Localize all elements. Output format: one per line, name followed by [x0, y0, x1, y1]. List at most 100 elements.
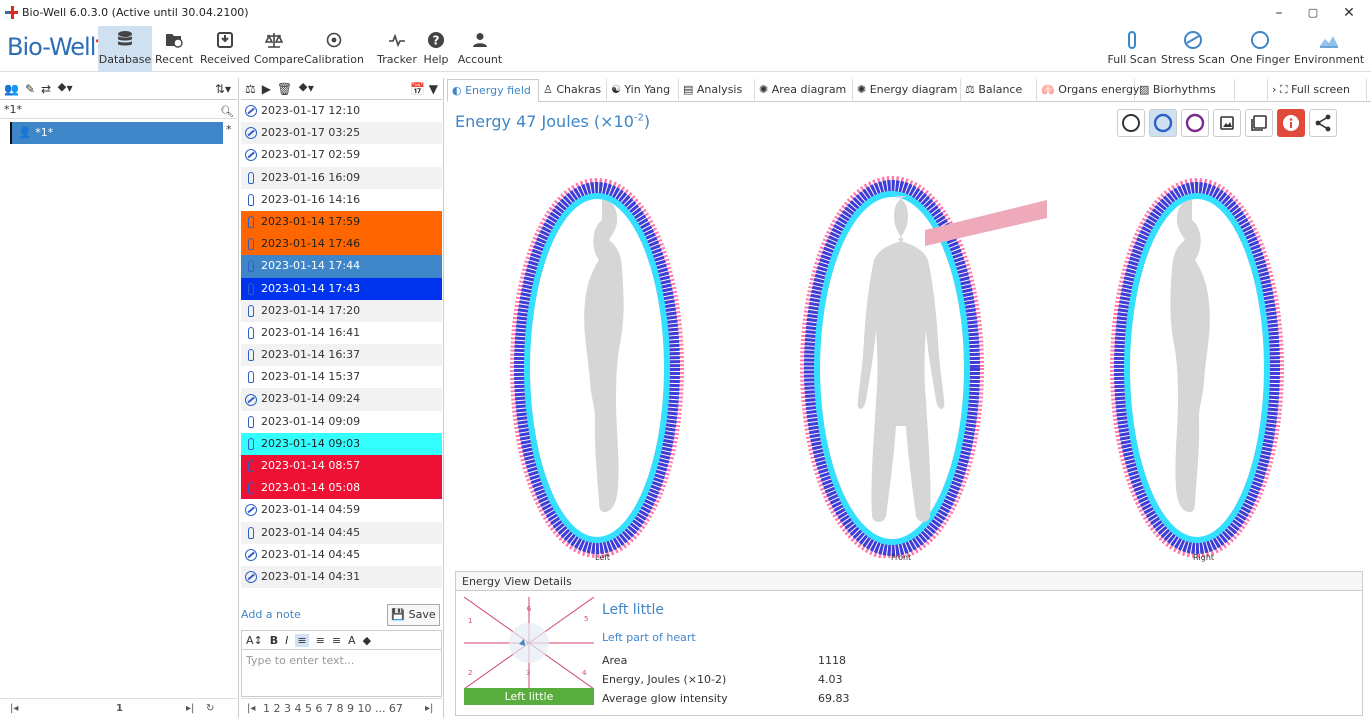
first-page-icon[interactable]: |◂ [10, 699, 18, 719]
energy-field-left[interactable] [510, 178, 684, 558]
tab-organs-energy[interactable]: 🫁 Organs energy [1037, 79, 1139, 102]
session-row[interactable]: 2023-01-14 17:59 [241, 210, 442, 234]
full-scan-icon [1128, 31, 1136, 49]
last-page-icon[interactable]: ▸| [425, 699, 433, 719]
image-stack-icon [1251, 115, 1267, 131]
energy-field-right[interactable] [1110, 178, 1284, 558]
toolbar-compare-button[interactable]: Compare [254, 26, 304, 72]
first-page-icon[interactable]: |◂ [247, 699, 255, 719]
detail-value: 4.03 [818, 673, 843, 686]
session-row[interactable]: 2023-01-17 02:59 [241, 144, 442, 166]
session-row[interactable]: 2023-01-14 17:43 [241, 277, 442, 300]
session-row[interactable]: 2023-01-14 17:44 [241, 255, 442, 278]
toolbar-tracker-button[interactable]: Tracker [374, 26, 420, 72]
session-row[interactable]: 2023-01-16 14:16 [241, 189, 442, 211]
user-row-selected[interactable]: 👤 *1* [10, 122, 223, 144]
session-row[interactable]: 2023-01-14 09:24 [241, 388, 442, 411]
view-circle-black-button[interactable] [1117, 109, 1145, 137]
toolbar-full-scan-button[interactable]: Full Scan [1106, 26, 1158, 72]
italic-icon[interactable]: I [285, 634, 288, 647]
session-row[interactable]: 2023-01-14 17:20 [241, 299, 442, 322]
toolbar-database-button[interactable]: Database [98, 26, 152, 72]
people-page-number[interactable]: 1 [116, 699, 123, 719]
minimize-button[interactable]: – [1264, 4, 1294, 22]
refresh-icon[interactable]: ↻ [206, 699, 214, 719]
view-circle-blue-button[interactable] [1149, 109, 1177, 137]
tab-yin-yang[interactable]: ☯ Yin Yang [607, 79, 679, 102]
session-row[interactable]: 2023-01-14 04:45 [241, 521, 442, 544]
session-row[interactable]: 2023-01-14 09:09 [241, 411, 442, 433]
finger-scan-icon [248, 216, 254, 229]
tab-biorhythms[interactable]: ▨ Biorhythms [1135, 79, 1235, 102]
tag-icon[interactable]: ⯁▾ [298, 81, 314, 96]
energy-field-front[interactable] [800, 176, 1047, 558]
save-button[interactable]: 💾 Save [387, 604, 440, 626]
last-page-icon[interactable]: ▸| [186, 699, 194, 719]
session-row[interactable]: 2023-01-14 04:31 [241, 565, 442, 589]
session-row[interactable]: 2023-01-14 08:57 [241, 455, 442, 478]
toolbar-help-button[interactable]: ? Help [422, 26, 450, 72]
session-row[interactable]: 2023-01-14 05:08 [241, 477, 442, 500]
session-row[interactable]: 2023-01-16 16:09 [241, 166, 442, 189]
tab-full-screen[interactable]: › ⛶ Full screen [1267, 79, 1367, 102]
session-row[interactable]: 2023-01-17 03:25 [241, 122, 442, 145]
share-button[interactable] [1309, 109, 1337, 137]
font-size-icon[interactable]: A↕ [246, 634, 263, 647]
image-button[interactable] [1213, 109, 1241, 137]
people-search-input[interactable]: *1* 🔍︎ [0, 100, 237, 119]
note-textarea[interactable]: Type to enter text... [241, 650, 442, 697]
sector-thumbnail[interactable]: 6 1 5 2 3 4 [464, 597, 594, 689]
session-row[interactable]: 2023-01-14 15:37 [241, 366, 442, 388]
view-circle-purple-button[interactable] [1181, 109, 1209, 137]
session-row[interactable]: 2023-01-14 09:03 [241, 432, 442, 455]
analysis-tabs: ◐ Energy field ♙ Chakras ☯ Yin Yang ▤ An… [447, 78, 1371, 102]
session-row[interactable]: 2023-01-14 16:37 [241, 344, 442, 367]
session-row[interactable]: 2023-01-14 04:59 [241, 499, 442, 521]
image-stack-button[interactable] [1245, 109, 1273, 137]
tab-balance[interactable]: ⚖ Balance [961, 79, 1037, 102]
sort-people-icon[interactable]: ⇅▾ [215, 82, 237, 96]
tab-chakras[interactable]: ♙ Chakras [539, 79, 607, 102]
fill-color-icon[interactable]: ◆ [363, 634, 371, 647]
session-row[interactable]: 2023-01-14 17:46 [241, 233, 442, 256]
tab-area-diagram[interactable]: ✺ Area diagram [755, 79, 853, 102]
maximize-button[interactable]: ▢ [1298, 4, 1328, 22]
tab-energy-diagram[interactable]: ✺ Energy diagram [853, 79, 961, 102]
align-right-icon[interactable]: ≡ [332, 634, 341, 647]
session-pages[interactable]: 1 2 3 4 5 6 7 8 9 10 ... 67 [263, 699, 403, 719]
edit-person-icon[interactable]: ✎ [25, 82, 35, 96]
info-button[interactable] [1277, 109, 1305, 137]
font-color-icon[interactable]: A [348, 634, 356, 647]
calibration-icon [326, 32, 342, 48]
align-left-icon[interactable]: ≡ [295, 633, 309, 647]
finger-scan-icon [248, 371, 254, 384]
session-row[interactable]: 2023-01-17 12:10 [241, 100, 442, 122]
add-note-link[interactable]: Add a note [241, 608, 301, 621]
close-button[interactable]: ✕ [1334, 4, 1364, 22]
finger-scan-icon [248, 482, 254, 495]
toolbar-recent-button[interactable]: Recent [154, 26, 194, 72]
add-person-icon[interactable]: 👥 [4, 82, 19, 96]
stress-scan-icon [245, 149, 257, 162]
move-person-icon[interactable]: ⇄ [41, 82, 51, 96]
toolbar-environment-button[interactable]: Environment [1294, 26, 1364, 72]
tab-analysis[interactable]: ▤ Analysis [679, 79, 755, 102]
tab-energy-field[interactable]: ◐ Energy field [447, 79, 539, 102]
toolbar-received-button[interactable]: Received [198, 26, 252, 72]
session-row[interactable]: 2023-01-14 04:45 [241, 544, 442, 566]
toolbar-calibration-button[interactable]: Calibration [298, 26, 370, 72]
send-icon[interactable]: ▶ [262, 82, 271, 96]
toolbar-account-button[interactable]: Account [452, 26, 508, 72]
delete-icon[interactable]: 🗑 [277, 82, 292, 96]
body-silhouette-right [1170, 200, 1210, 513]
bold-icon[interactable]: B [270, 634, 278, 647]
info-icon [1283, 115, 1299, 131]
align-center-icon[interactable]: ≡ [316, 634, 325, 647]
session-row[interactable]: 2023-01-14 16:41 [241, 322, 442, 344]
search-icon[interactable]: 🔍︎ [220, 102, 234, 121]
calendar-filter-icon[interactable]: 📅 ▼ [410, 82, 442, 96]
tag-icon[interactable]: ⯁▾ [57, 81, 73, 96]
compare-sessions-icon[interactable]: ⚖ [245, 82, 256, 96]
toolbar-one-finger-button[interactable]: One Finger [1228, 26, 1292, 72]
toolbar-stress-scan-button[interactable]: Stress Scan [1160, 26, 1226, 72]
